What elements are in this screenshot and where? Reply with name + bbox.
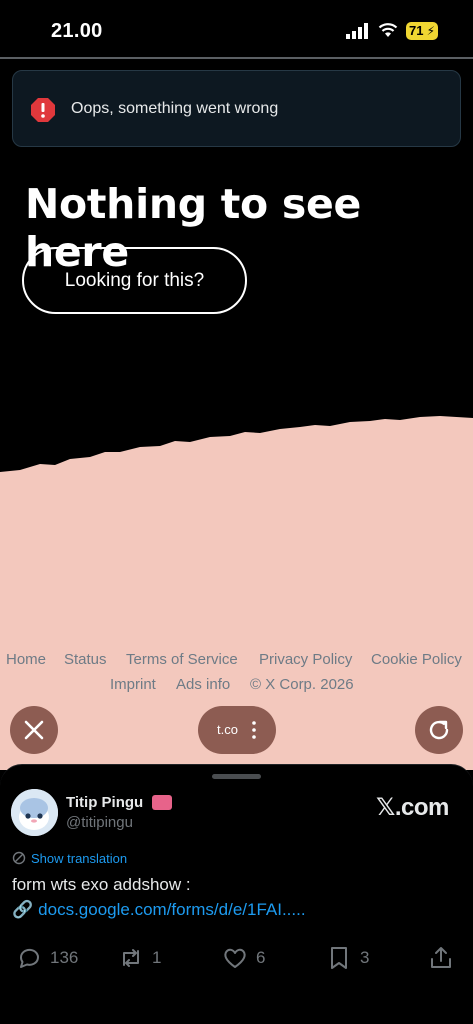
- close-button[interactable]: [10, 706, 58, 754]
- sheet-handle[interactable]: [212, 774, 261, 779]
- footer-link-cookie[interactable]: Cookie Policy: [371, 651, 462, 668]
- x-logo[interactable]: 𝕏.com: [376, 793, 449, 822]
- url-pill[interactable]: t.co: [198, 706, 276, 754]
- show-translation-label: Show translation: [31, 851, 128, 866]
- signal-icon: [346, 23, 368, 39]
- tweet-card: Titip Pingu @titipingu 𝕏.com Show transl…: [0, 764, 473, 1024]
- repost-count: 1: [152, 948, 162, 967]
- share-icon: [431, 947, 451, 968]
- looking-for-this-button[interactable]: Looking for this?: [22, 247, 247, 314]
- status-bar: 21.00 71 ⚡: [0, 0, 473, 58]
- bookmark-icon: [331, 947, 347, 969]
- repost-icon: [123, 949, 139, 967]
- more-icon[interactable]: [252, 720, 256, 740]
- bookmark-count: 3: [360, 948, 370, 967]
- tweet-link[interactable]: 🔗 docs.google.com/forms/d/e/1FAI.....: [12, 900, 306, 920]
- tweet-link-text: docs.google.com/forms/d/e/1FAI.....: [38, 900, 306, 919]
- error-message: Oops, something went wrong: [71, 100, 279, 117]
- close-icon: [24, 720, 44, 740]
- reload-icon: [429, 720, 449, 740]
- footer-link-home[interactable]: Home: [6, 651, 46, 668]
- penguin-avatar-icon: [11, 789, 58, 836]
- reply-count: 136: [50, 948, 79, 967]
- wifi-icon: [378, 23, 398, 37]
- tweet-text: form wts exo addshow :: [12, 875, 191, 894]
- footer-link-status[interactable]: Status: [64, 651, 107, 668]
- like-button[interactable]: 6: [222, 943, 265, 973]
- translate-icon: [12, 851, 26, 865]
- reply-icon: [19, 948, 39, 968]
- show-translation-link[interactable]: Show translation: [12, 851, 127, 866]
- tweet-actions: 136 1 6 3: [0, 943, 473, 973]
- footer-copyright: © X Corp. 2026: [250, 676, 354, 693]
- footer-link-ads-info[interactable]: Ads info: [176, 676, 230, 693]
- url-label: t.co: [217, 722, 238, 737]
- avatar[interactable]: [11, 789, 58, 836]
- display-name: Titip Pingu: [66, 794, 144, 811]
- error-icon: [31, 98, 55, 122]
- link-icon: 🔗: [12, 900, 34, 919]
- reply-button[interactable]: 136: [16, 943, 78, 973]
- divider: [0, 57, 473, 59]
- footer-link-privacy[interactable]: Privacy Policy: [259, 651, 352, 668]
- battery-icon: 71 ⚡: [406, 22, 438, 40]
- error-banner: Oops, something went wrong: [12, 70, 461, 147]
- badge-icon: [152, 795, 172, 810]
- user-handle: @titipingu: [66, 814, 133, 831]
- like-count: 6: [256, 948, 266, 967]
- bookmark-button[interactable]: 3: [326, 943, 369, 973]
- footer-link-imprint[interactable]: Imprint: [110, 676, 156, 693]
- battery-level: 71: [409, 23, 424, 38]
- status-time: 21.00: [51, 20, 103, 42]
- charging-icon: ⚡: [426, 24, 435, 38]
- reload-button[interactable]: [415, 706, 463, 754]
- footer-link-terms[interactable]: Terms of Service: [126, 651, 238, 668]
- share-button[interactable]: [428, 943, 462, 973]
- heart-icon: [224, 948, 246, 968]
- repost-button[interactable]: 1: [118, 943, 161, 973]
